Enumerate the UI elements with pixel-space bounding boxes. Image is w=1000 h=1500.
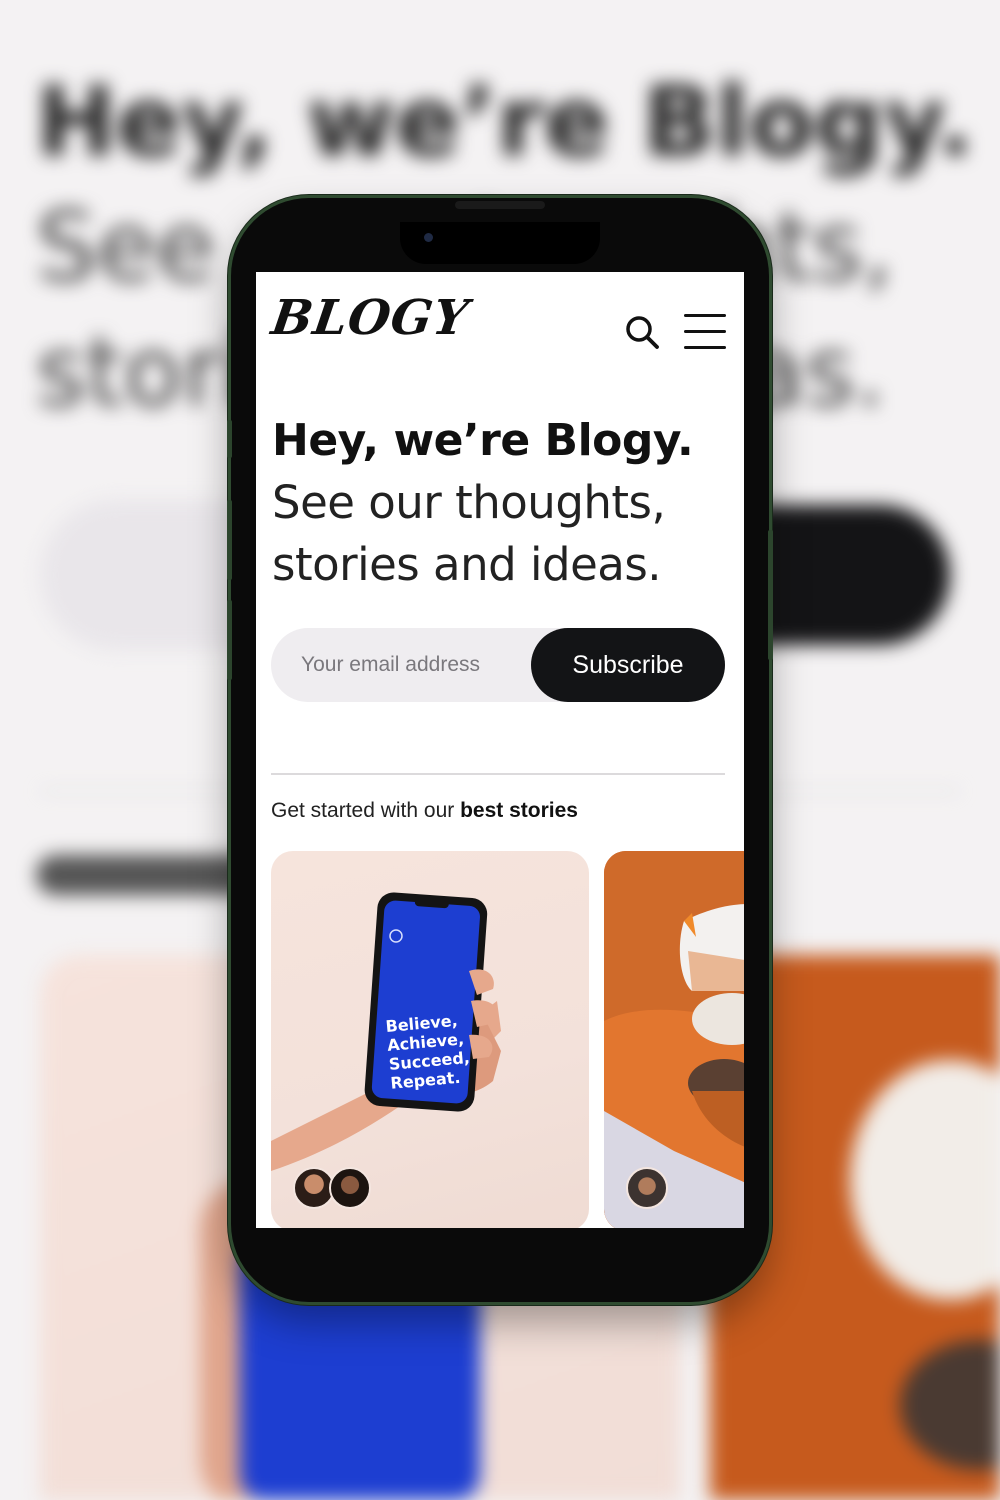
phone-speaker (455, 201, 545, 209)
phone-notch (400, 222, 600, 264)
phone-screen: BLOGY Hey, we’re Blogy. See our thoughts… (256, 272, 744, 1228)
subscribe-button[interactable]: Subscribe (531, 628, 725, 702)
story-card-1[interactable]: Believe, Achieve, Succeed, Repeat. (271, 851, 589, 1228)
phone-volume-up (227, 500, 232, 580)
hero-heading: Hey, we’re Blogy. See our thoughts, stor… (272, 410, 732, 596)
story-card-2[interactable] (604, 851, 744, 1228)
author-avatar-3[interactable] (626, 1167, 668, 1209)
section-title-bold: best stories (460, 799, 578, 822)
email-input[interactable] (301, 628, 531, 702)
hero-title-line-3: stories and ideas. (272, 538, 662, 591)
phone-mute-switch (227, 420, 232, 458)
background-heading-bold: Hey, we’re Blogy. (36, 66, 974, 178)
subscribe-form: Subscribe (271, 628, 725, 702)
search-icon[interactable] (622, 312, 662, 352)
section-divider (271, 773, 725, 775)
story-card-2-image (604, 851, 744, 1228)
hero-title-bold: Hey, we’re Blogy. (272, 415, 694, 466)
camera-icon (424, 233, 433, 242)
hamburger-menu-icon[interactable] (682, 314, 726, 350)
phone-volume-down (227, 600, 232, 680)
section-title-prefix: Get started with our (271, 799, 461, 822)
blogy-logo[interactable]: BLOGY (268, 290, 472, 346)
author-avatar-2[interactable] (329, 1167, 371, 1209)
section-title: Get started with our best stories (271, 799, 578, 823)
phone-power-button (768, 530, 773, 660)
hero-title-line-2: See our thoughts, (272, 476, 666, 529)
